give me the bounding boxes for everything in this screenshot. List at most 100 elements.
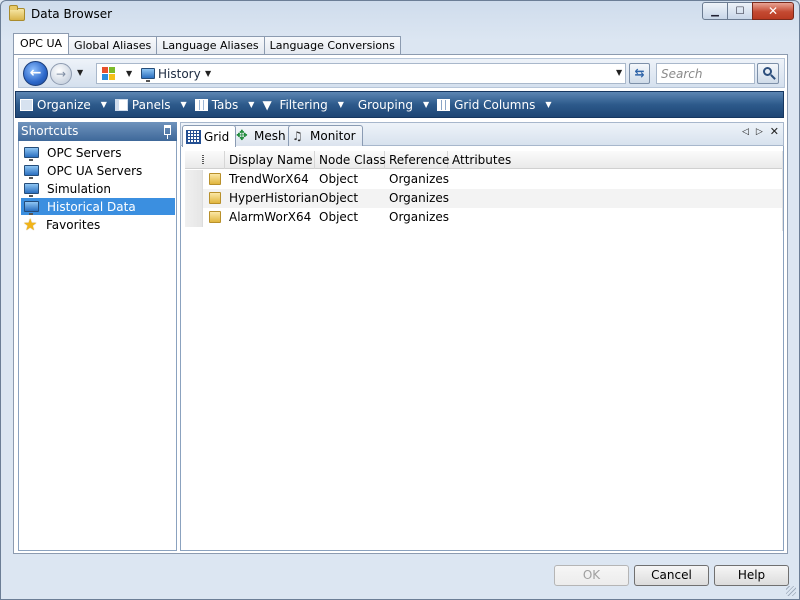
- cell-display-name: HyperHistorian: [229, 191, 319, 205]
- monitor-icon: [24, 183, 39, 197]
- maximize-icon: ☐: [735, 5, 745, 17]
- address-dropdown-arrow[interactable]: ▼: [616, 68, 622, 77]
- tabs-menu[interactable]: Tabs ▼: [191, 92, 259, 117]
- shortcut-label: Historical Data: [47, 199, 136, 214]
- column-reference[interactable]: Reference: [385, 151, 449, 169]
- close-view-icon[interactable]: ✕: [770, 125, 779, 138]
- tabs-icon: [194, 98, 208, 111]
- grid-columns-menu[interactable]: Grid Columns ▼: [433, 92, 555, 117]
- search-input[interactable]: [656, 63, 755, 84]
- panels-label: Panels: [131, 97, 171, 112]
- address-field[interactable]: ▼ History ▼ ▼: [96, 63, 626, 84]
- grouping-label: Grouping: [357, 97, 413, 112]
- shortcut-opc-servers[interactable]: OPC Servers: [21, 144, 175, 161]
- table-row[interactable]: HyperHistorian Object Organizes: [185, 189, 782, 208]
- tab-mesh[interactable]: ✥ Mesh: [232, 125, 293, 146]
- folder-icon: [209, 211, 221, 223]
- monitor-icon: [24, 147, 39, 161]
- grid-icon: [186, 129, 201, 144]
- window-title: Data Browser: [31, 7, 113, 21]
- grid-columns-label: Grid Columns: [454, 97, 536, 112]
- ok-button[interactable]: OK: [554, 565, 629, 586]
- monitor-icon: [24, 165, 39, 179]
- shortcut-opc-ua-servers[interactable]: OPC UA Servers: [21, 162, 175, 179]
- tabs-label: Tabs: [211, 97, 239, 112]
- shortcut-historical-data[interactable]: Historical Data: [21, 198, 175, 215]
- cell-display-name: TrendWorX64: [229, 172, 309, 186]
- help-button[interactable]: Help: [714, 565, 789, 586]
- back-arrow-icon: ←: [29, 65, 42, 81]
- folder-app-icon: [9, 5, 25, 21]
- organize-menu[interactable]: Organize ▼: [16, 92, 111, 117]
- column-display-name[interactable]: Display Name: [225, 151, 315, 169]
- shortcut-favorites[interactable]: ★ Favorites: [21, 216, 175, 233]
- shortcut-simulation[interactable]: Simulation: [21, 180, 175, 197]
- tab-opc-ua[interactable]: OPC UA: [13, 33, 70, 54]
- tab-mesh-label: Mesh: [254, 129, 286, 143]
- shortcuts-panel: OPC Servers OPC UA Servers Simulation Hi…: [18, 141, 177, 551]
- address-bar: ← → ▼ ▼ History ▼ ▼ ⇆: [18, 58, 785, 88]
- tab-monitor-label: Monitor: [310, 129, 356, 143]
- shortcut-label: Favorites: [46, 217, 101, 232]
- resize-grip-icon[interactable]: [786, 586, 796, 596]
- crumb-dropdown-arrow[interactable]: ▼: [205, 69, 211, 78]
- organize-label: Organize: [37, 97, 91, 112]
- cell-reference: Organizes: [389, 191, 450, 205]
- column-attributes[interactable]: Attributes: [448, 151, 782, 169]
- column-node-class[interactable]: Node Class: [315, 151, 386, 169]
- title-bar: Data Browser ▁ ☐ ✕: [1, 1, 799, 29]
- cell-node-class: Object: [319, 191, 359, 205]
- shortcuts-title: Shortcuts: [21, 124, 79, 138]
- panels-menu[interactable]: Panels ▼: [111, 92, 191, 117]
- table-row[interactable]: TrendWorX64 Object Organizes: [185, 170, 782, 189]
- tabs-dropdown-arrow: ▼: [248, 100, 255, 109]
- grouping-menu[interactable]: Grouping ▼: [348, 92, 433, 117]
- folder-icon: [209, 192, 221, 204]
- panels-icon: [114, 98, 128, 111]
- monitor-icon: [24, 201, 39, 215]
- tab-language-aliases[interactable]: Language Aliases: [156, 36, 265, 54]
- star-icon: ★: [23, 214, 38, 234]
- toolbar: Organize ▼ Panels ▼ Tabs ▼ ▼ Filtering ▼…: [15, 91, 784, 118]
- crumb-separator-arrow[interactable]: ▼: [126, 69, 132, 78]
- refresh-icon: ⇆: [634, 66, 645, 80]
- data-browser-window: Data Browser ▁ ☐ ✕ OPC UA Global Aliases…: [0, 0, 800, 600]
- maximize-button[interactable]: ☐: [727, 2, 753, 20]
- mesh-icon: ✥: [236, 128, 248, 144]
- tab-grid[interactable]: Grid: [182, 125, 237, 147]
- breadcrumb-history[interactable]: History: [158, 67, 201, 81]
- filtering-menu[interactable]: ▼ Filtering ▼: [258, 92, 347, 117]
- cell-reference: Organizes: [389, 210, 450, 224]
- panels-dropdown-arrow: ▼: [180, 100, 187, 109]
- scroll-left-icon[interactable]: ◁: [742, 127, 749, 138]
- tab-language-conversions[interactable]: Language Conversions: [263, 36, 401, 54]
- view-tabstrip: Grid ✥ Mesh ♫ Monitor ◁ ▷ ✕: [180, 122, 784, 147]
- tab-global-aliases[interactable]: Global Aliases: [68, 36, 158, 54]
- refresh-button[interactable]: ⇆: [629, 63, 650, 84]
- filtering-label: Filtering: [279, 97, 328, 112]
- grid-columns-dropdown-arrow: ▼: [545, 100, 552, 109]
- cell-display-name: AlarmWorX64: [229, 210, 312, 224]
- forward-button[interactable]: →: [50, 63, 72, 85]
- table-row[interactable]: AlarmWorX64 Object Organizes: [185, 208, 782, 227]
- cell-node-class: Object: [319, 172, 359, 186]
- pin-icon[interactable]: [164, 125, 171, 139]
- tab-monitor[interactable]: ♫ Monitor: [288, 125, 363, 146]
- minimize-button[interactable]: ▁: [702, 2, 728, 20]
- shortcut-label: OPC UA Servers: [47, 163, 143, 178]
- grouping-dropdown-arrow: ▼: [422, 100, 430, 109]
- scroll-right-icon[interactable]: ▷: [756, 127, 763, 138]
- filtering-dropdown-arrow: ▼: [337, 100, 344, 109]
- windows-logo-icon: [102, 67, 116, 81]
- column-chooser-button[interactable]: [185, 151, 225, 169]
- back-button[interactable]: ←: [23, 61, 48, 86]
- shortcuts-header: Shortcuts: [18, 122, 177, 141]
- main-tabstrip: OPC UA Global Aliases Language Aliases L…: [13, 33, 401, 54]
- close-button[interactable]: ✕: [752, 2, 794, 20]
- tab-grid-label: Grid: [204, 129, 230, 144]
- history-dropdown-arrow[interactable]: ▼: [77, 68, 83, 77]
- cell-reference: Organizes: [389, 172, 450, 186]
- search-button[interactable]: [757, 63, 779, 84]
- cancel-button[interactable]: Cancel: [634, 565, 709, 586]
- minimize-icon: ▁: [711, 5, 719, 17]
